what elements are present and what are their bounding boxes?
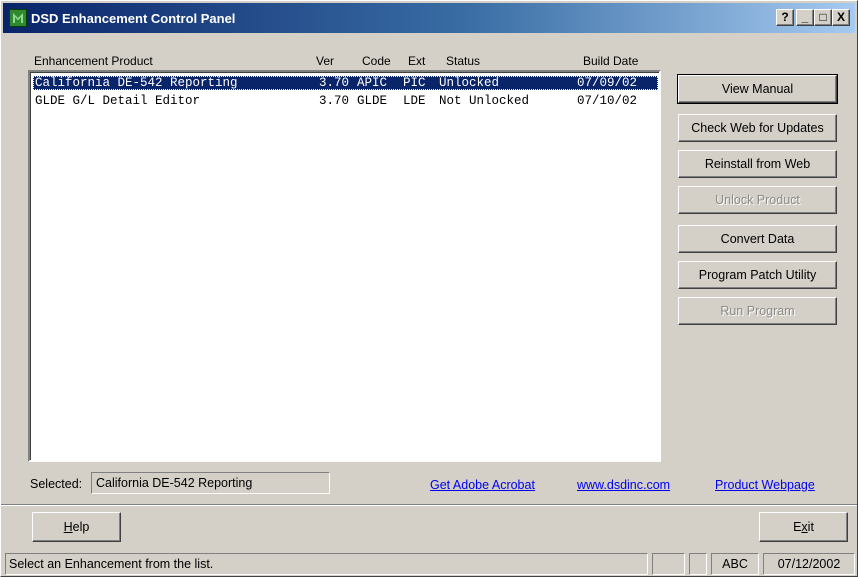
view-manual-button[interactable]: View Manual <box>677 74 838 104</box>
list-column-headers: Enhancement Product Ver Code Ext Status … <box>34 54 659 70</box>
convert-data-button[interactable]: Convert Data <box>678 225 837 253</box>
window-title: DSD Enhancement Control Panel <box>31 10 236 26</box>
status-message: Select an Enhancement from the list. <box>5 553 648 575</box>
header-build-date: Build Date <box>583 54 639 68</box>
dialog-window: DSD Enhancement Control Panel ? _ □ X En… <box>0 0 858 577</box>
help-hotkey: H <box>63 520 73 534</box>
selected-field: California DE-542 Reporting <box>91 472 330 494</box>
maximize-button[interactable]: □ <box>814 9 832 26</box>
row-ver: 3.70 <box>319 76 350 90</box>
row-code: APIC <box>357 76 388 90</box>
row-ext: LDE <box>403 94 426 108</box>
title-bar-buttons: ? _ □ X <box>776 9 850 26</box>
row-ver: 3.70 <box>319 94 350 108</box>
status-date: 07/12/2002 <box>763 553 855 575</box>
reinstall-from-web-button[interactable]: Reinstall from Web <box>678 150 837 178</box>
exit-label-post: it <box>807 520 814 534</box>
help-label-rest: elp <box>72 520 90 534</box>
app-icon[interactable] <box>9 9 27 27</box>
check-web-updates-button[interactable]: Check Web for Updates <box>678 114 837 142</box>
dsdinc-website-link[interactable]: www.dsdinc.com <box>577 478 670 492</box>
status-panel-1 <box>652 553 685 575</box>
product-webpage-link[interactable]: Product Webpage <box>715 478 815 492</box>
enhancement-list[interactable]: California DE-542 Reporting 3.70 APIC PI… <box>28 70 661 462</box>
header-status: Status <box>446 54 481 68</box>
row-build-date: 07/09/02 <box>577 76 638 90</box>
adobe-acrobat-link[interactable]: Get Adobe Acrobat <box>430 478 535 492</box>
exit-button[interactable]: Exit <box>759 512 848 542</box>
header-product: Enhancement Product <box>34 54 153 68</box>
row-code: GLDE <box>357 94 388 108</box>
program-patch-utility-button[interactable]: Program Patch Utility <box>678 261 837 289</box>
run-program-button[interactable]: Run Program <box>678 297 837 325</box>
unlock-product-button[interactable]: Unlock Product <box>678 186 837 214</box>
row-ext: PIC <box>403 76 426 90</box>
close-button[interactable]: X <box>832 9 850 26</box>
row-product: GLDE G/L Detail Editor <box>35 94 201 108</box>
row-status: Unlocked <box>439 76 500 90</box>
row-build-date: 07/10/02 <box>577 94 638 108</box>
title-bar[interactable]: DSD Enhancement Control Panel ? _ □ X <box>3 3 855 33</box>
header-code: Code <box>362 54 391 68</box>
status-abc: ABC <box>711 553 759 575</box>
header-ext: Ext <box>408 54 426 68</box>
minimize-button[interactable]: _ <box>796 9 814 26</box>
row-product: California DE-542 Reporting <box>35 76 238 90</box>
selected-label: Selected: <box>30 477 83 491</box>
help-title-button[interactable]: ? <box>776 9 794 26</box>
header-ver: Ver <box>316 54 335 68</box>
list-row[interactable]: GLDE G/L Detail Editor 3.70 GLDE LDE Not… <box>33 94 658 108</box>
help-button[interactable]: Help <box>32 512 121 542</box>
status-panel-2 <box>689 553 707 575</box>
row-status: Not Unlocked <box>439 94 530 108</box>
list-row[interactable]: California DE-542 Reporting 3.70 APIC PI… <box>33 76 658 90</box>
footer-divider <box>1 504 857 506</box>
